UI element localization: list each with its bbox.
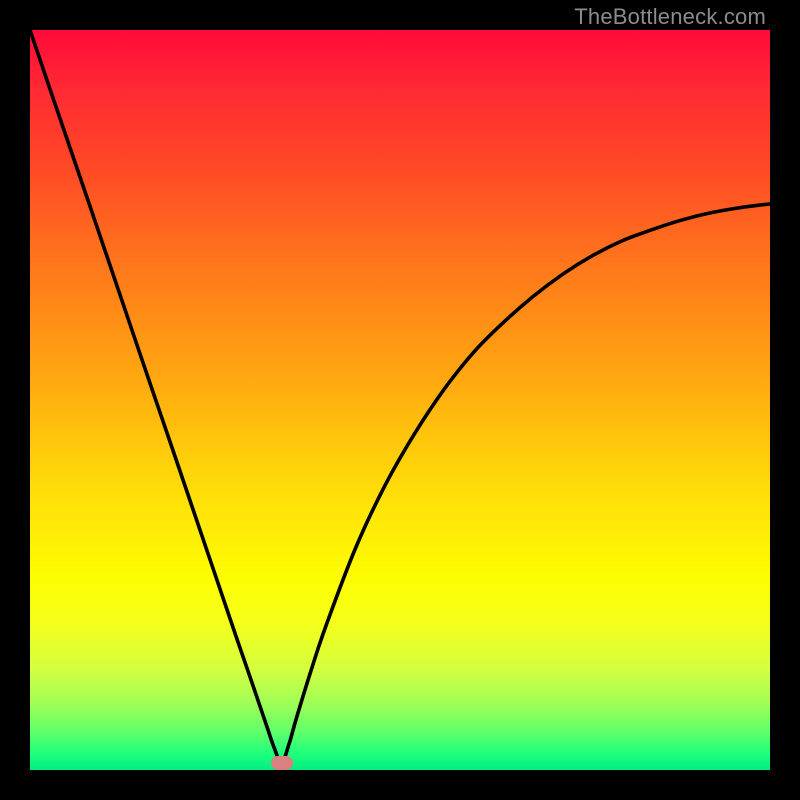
chart-plot-area bbox=[30, 30, 770, 770]
curve-path bbox=[30, 30, 770, 763]
bottleneck-curve bbox=[30, 30, 770, 770]
notch-marker bbox=[271, 756, 293, 770]
chart-frame: TheBottleneck.com bbox=[0, 0, 800, 800]
watermark-text: TheBottleneck.com bbox=[574, 4, 766, 30]
